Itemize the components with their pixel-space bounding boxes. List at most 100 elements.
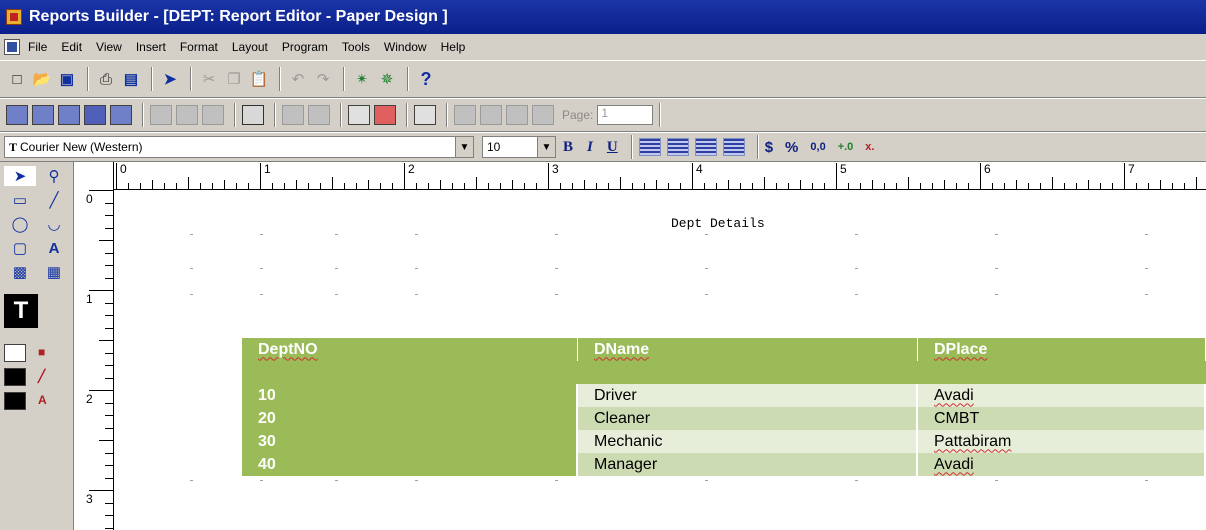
cut-icon[interactable]: ✂ (198, 68, 220, 90)
report-table[interactable]: DeptNO DName DPlace 10 Driver Avadi 20 C… (242, 338, 1206, 476)
open-folder-icon[interactable]: 📂 (31, 68, 53, 90)
chart-tool-icon[interactable]: ▦ (38, 262, 70, 282)
data-model-view-icon[interactable] (6, 105, 28, 125)
page-number-input[interactable]: 1 (597, 105, 654, 125)
reports-builder-app-icon[interactable] (6, 9, 22, 25)
ruler-tick (752, 183, 753, 189)
object-navigator-icon[interactable] (308, 105, 330, 125)
underline-button[interactable]: U (607, 139, 618, 156)
text-label-tool-icon[interactable]: A (38, 238, 70, 258)
select-tool-icon[interactable]: ➤ (4, 166, 36, 186)
next-page-icon[interactable] (506, 105, 528, 125)
arc-tool-icon[interactable]: ◡ (38, 214, 70, 234)
font-name-select[interactable]: T Courier New (Western) ▼ (4, 136, 474, 158)
fill-color-swatch[interactable] (4, 344, 26, 362)
justify-icon[interactable] (722, 138, 745, 156)
page-setup-icon[interactable]: ▤ (120, 68, 142, 90)
column-header-deptno[interactable]: DeptNO (242, 338, 578, 361)
ruler-tick (105, 327, 113, 329)
ruler-tick (428, 183, 429, 189)
table-row[interactable]: 30 Mechanic Pattabiram (242, 430, 1206, 453)
redo-icon[interactable]: ↷ (312, 68, 334, 90)
first-page-icon[interactable] (454, 105, 476, 125)
menu-file[interactable]: File (28, 40, 47, 54)
text-color-icon[interactable]: A (38, 393, 56, 409)
ruler-tick (896, 183, 897, 189)
ruler-tick (1016, 180, 1017, 189)
italic-button[interactable]: I (587, 139, 593, 156)
font-size-select[interactable]: 10 ▼ (482, 136, 556, 158)
paper-layout-view-icon[interactable] (58, 105, 80, 125)
menu-layout[interactable]: Layout (232, 40, 268, 54)
save-icon[interactable]: ▣ (56, 68, 78, 90)
paper-design-canvas[interactable]: Dept Details DeptNO DName DPlace 10 Driv… (115, 190, 1206, 530)
trailer-section-icon[interactable] (202, 105, 224, 125)
fill-color-icon[interactable]: ■ (38, 345, 56, 361)
undo-icon[interactable]: ↶ (287, 68, 309, 90)
align-right-icon[interactable] (694, 138, 717, 156)
remove-decimal-button[interactable]: x. (865, 141, 874, 153)
labels-icon[interactable] (374, 105, 396, 125)
report-wizard-icon[interactable]: ✵ (376, 68, 398, 90)
grid-snap-point (335, 234, 338, 235)
magnify-tool-icon[interactable]: ⚲ (38, 166, 70, 186)
ruler-number: 0 (86, 192, 93, 206)
align-left-icon[interactable] (638, 138, 661, 156)
paste-icon[interactable]: 📋 (248, 68, 270, 90)
add-decimal-button[interactable]: +.0 (838, 141, 854, 153)
chevron-down-icon[interactable]: ▼ (455, 137, 473, 157)
menu-edit[interactable]: Edit (61, 40, 82, 54)
report-title[interactable]: Dept Details (671, 216, 765, 231)
ellipse-tool-icon[interactable]: ◯ (4, 214, 36, 234)
menu-format[interactable]: Format (180, 40, 218, 54)
menu-view[interactable]: View (96, 40, 122, 54)
web-source-view-icon[interactable] (32, 105, 54, 125)
print-icon[interactable]: ⎙ (95, 68, 117, 90)
menu-insert[interactable]: Insert (136, 40, 166, 54)
copy-icon[interactable]: ❐ (223, 68, 245, 90)
menu-tools[interactable]: Tools (342, 40, 370, 54)
help-icon[interactable]: ? (415, 68, 437, 90)
paper-design-view-icon[interactable] (84, 105, 106, 125)
flex-mode-icon[interactable] (282, 105, 304, 125)
run-report-icon[interactable]: ➤ (159, 68, 181, 90)
menu-program[interactable]: Program (282, 40, 328, 54)
header-section-icon[interactable] (150, 105, 172, 125)
currency-button[interactable]: $ (765, 139, 773, 156)
confine-mode-icon[interactable] (242, 105, 264, 125)
ruler-tick (644, 183, 645, 189)
text-color-swatch[interactable] (4, 392, 26, 410)
chevron-down-icon[interactable]: ▼ (537, 137, 555, 157)
align-center-icon[interactable] (666, 138, 689, 156)
new-file-icon[interactable]: □ (6, 68, 28, 90)
ruler-tick (440, 180, 441, 189)
menu-help[interactable]: Help (441, 40, 466, 54)
ruler-number: 3 (86, 492, 93, 506)
paper-parameter-view-icon[interactable] (110, 105, 132, 125)
ruler-tick (1136, 183, 1137, 189)
property-inspector-icon[interactable] (414, 105, 436, 125)
table-row[interactable]: 40 Manager Avadi (242, 453, 1206, 476)
field-tool-icon[interactable]: ▩ (4, 262, 36, 282)
column-header-dname[interactable]: DName (578, 338, 918, 361)
previous-page-icon[interactable] (480, 105, 502, 125)
grid-snap-point (190, 268, 193, 269)
fields-icon[interactable] (348, 105, 370, 125)
column-header-dplace[interactable]: DPlace (918, 338, 1206, 361)
menu-window[interactable]: Window (384, 40, 427, 54)
percent-button[interactable]: % (785, 139, 798, 156)
bold-button[interactable]: B (563, 139, 573, 156)
data-wizard-icon[interactable]: ✴ (351, 68, 373, 90)
table-row[interactable]: 10 Driver Avadi (242, 384, 1206, 407)
rectangle-tool-icon[interactable]: ▭ (4, 190, 36, 210)
table-row[interactable]: 20 Cleaner CMBT (242, 407, 1206, 430)
main-section-icon[interactable] (176, 105, 198, 125)
text-tool-icon[interactable]: T (4, 294, 38, 328)
rounded-rectangle-tool-icon[interactable]: ▢ (4, 238, 36, 258)
line-color-swatch[interactable] (4, 368, 26, 386)
line-tool-icon[interactable]: ╱ (38, 190, 70, 210)
last-page-icon[interactable] (532, 105, 554, 125)
comma-format-button[interactable]: 0,0 (810, 141, 825, 153)
document-window-icon[interactable] (4, 39, 20, 55)
line-color-icon[interactable]: ╱ (38, 369, 56, 385)
